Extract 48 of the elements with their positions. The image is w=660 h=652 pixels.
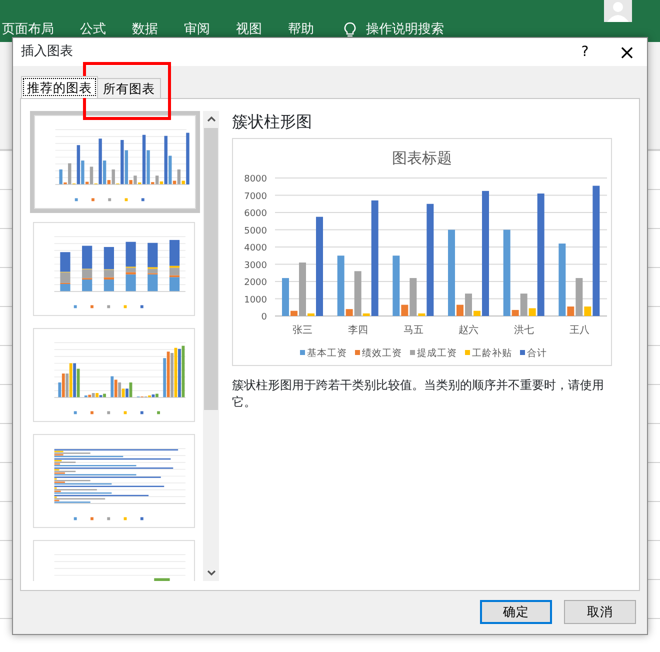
dialog-tab[interactable]: 推荐的图表	[21, 76, 98, 98]
axis-label: 8000	[244, 174, 267, 184]
tell-me-search[interactable]: 操作说明搜索	[366, 20, 444, 40]
bar	[282, 278, 289, 316]
dialog-button[interactable]: 确定	[480, 600, 552, 624]
legend-label: 提成工资	[417, 348, 457, 359]
ribbon-tab[interactable]: 数据	[132, 20, 158, 40]
dialog-tab[interactable]: 所有图表	[97, 78, 161, 98]
axis-label: 0	[261, 312, 267, 322]
chart-thumbnail[interactable]	[30, 111, 200, 213]
axis-label: 马五	[403, 325, 424, 336]
bar	[465, 294, 472, 316]
axis-label: 5000	[244, 226, 267, 236]
chart-description: 簇状柱形图用于跨若干类别比较值。当类别的顺序并不重要时，请使用它。	[232, 377, 605, 411]
axis-label: 李四	[348, 325, 368, 336]
bar	[299, 262, 306, 316]
axis-label: 2000	[244, 278, 267, 288]
scrollbar-thumb[interactable]	[204, 128, 218, 410]
axis-label: 4000	[244, 244, 267, 254]
legend-label: 合计	[527, 348, 547, 359]
close-button[interactable]: ×	[607, 42, 647, 62]
bar	[474, 310, 480, 316]
axis-label: 6000	[244, 209, 267, 219]
axis-label: 3000	[244, 260, 267, 271]
help-button[interactable]: ?	[563, 42, 607, 62]
dialog-button[interactable]: 取消	[564, 600, 636, 624]
axis-label: 1000	[244, 295, 267, 306]
bar	[456, 304, 464, 316]
axis-label: 张三	[292, 325, 313, 336]
chart-type-heading: 簇状柱形图	[232, 111, 313, 133]
chart-title: 图表标题	[392, 149, 452, 167]
ribbon-tab[interactable]: 公式	[80, 20, 106, 40]
axis-label: 赵六	[458, 325, 479, 336]
axis-label: 洪七	[514, 325, 534, 336]
dialog-title: 插入图表	[21, 43, 73, 62]
chevron-up-icon	[206, 116, 216, 122]
bar	[308, 313, 314, 316]
axis-label: 7000	[244, 192, 267, 202]
ribbon-tab[interactable]: 审阅	[184, 20, 210, 40]
legend-label: 工龄补贴	[472, 348, 512, 359]
ribbon-tab[interactable]: 页面布局	[2, 20, 54, 40]
legend-label: 基本工资	[307, 348, 347, 359]
legend-label: 绩效工资	[362, 348, 402, 359]
chevron-down-icon	[206, 570, 216, 576]
bar	[290, 310, 298, 316]
ribbon-tab[interactable]: 帮助	[288, 20, 314, 40]
ribbon-tab[interactable]: 视图	[236, 20, 262, 40]
axis-label: 王八	[569, 325, 590, 336]
